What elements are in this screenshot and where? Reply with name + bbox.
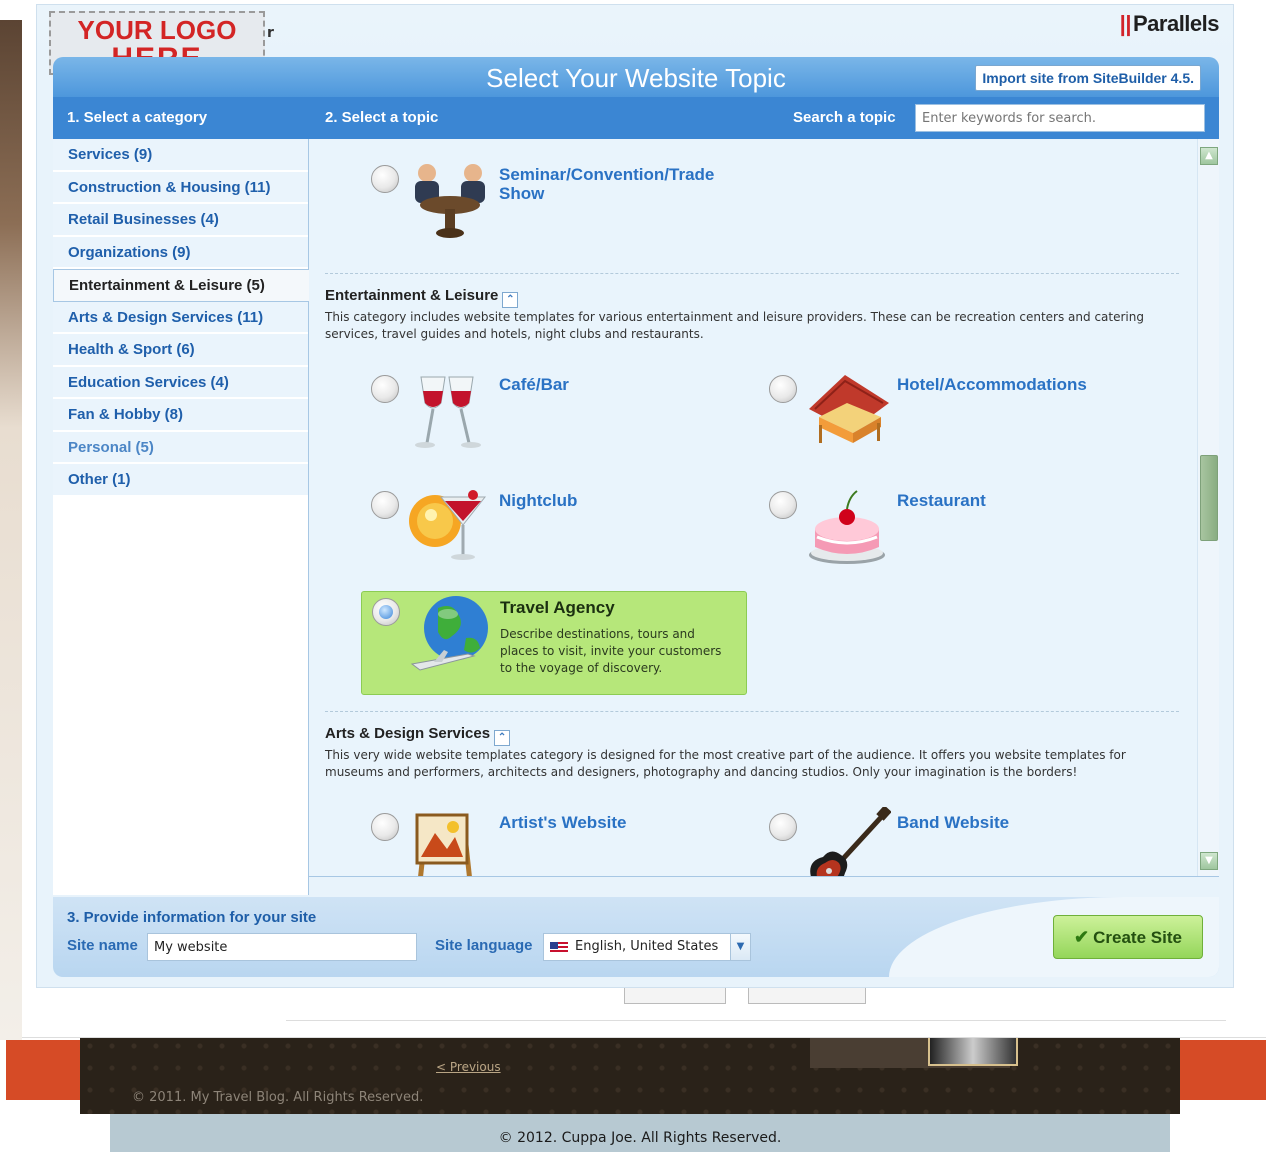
topic-cafe-bar-radio[interactable] [371, 375, 399, 403]
section-entertainment-title: Entertainment & Leisure [325, 287, 499, 304]
background-cuppa-footer: © 2012. Cuppa Joe. All Rights Reserved. [110, 1114, 1170, 1152]
background-photo-strip [0, 20, 22, 1040]
topic-nightclub[interactable]: Nightclub [361, 485, 745, 589]
topic-cafe-bar[interactable]: Café/Bar [361, 369, 745, 473]
topic-hotel-radio[interactable] [769, 375, 797, 403]
background-photo [810, 1036, 1018, 1068]
create-site-label: Create Site [1093, 927, 1182, 947]
search-topic-input[interactable] [915, 104, 1205, 132]
cocktail-disco-icon [409, 490, 487, 560]
import-sitebuilder-button[interactable]: Import site from SiteBuilder 4.5. [975, 65, 1201, 91]
section-arts-heading: Arts & Design Services ⌃ [325, 725, 511, 746]
wine-glasses-icon [415, 376, 481, 448]
scroll-up-icon[interactable]: ▲ [1200, 147, 1218, 165]
logo-overflow-text: r [267, 25, 274, 41]
site-language-label: Site language [435, 937, 533, 954]
category-construction-housing[interactable]: Construction & Housing (11) [53, 171, 308, 204]
topic-travel-agency-name[interactable]: Travel Agency [500, 598, 740, 617]
topic-hotel-name[interactable]: Hotel/Accommodations [897, 375, 1137, 394]
topic-hotel[interactable]: Hotel/Accommodations [759, 369, 1143, 473]
category-retail-businesses[interactable]: Retail Businesses (4) [53, 204, 308, 237]
easel-painting-icon [415, 813, 472, 876]
bed-house-icon [809, 375, 889, 443]
category-education-services[interactable]: Education Services (4) [53, 366, 308, 399]
topic-seminar-name[interactable]: Seminar/Convention/Trade Show [499, 165, 739, 203]
parallels-bars: || [1119, 11, 1132, 36]
site-info-heading: 3. Provide information for your site [67, 909, 317, 926]
category-other[interactable]: Other (1) [53, 464, 308, 497]
topic-scrollbar[interactable]: ▲ ▼ [1197, 139, 1219, 876]
topic-travel-agency-radio[interactable] [372, 598, 400, 626]
topic-band-website[interactable]: Band Website [759, 807, 1143, 876]
topic-seminar[interactable]: Seminar/Convention/Trade Show [361, 159, 745, 263]
create-site-button[interactable]: ✔ Create Site [1053, 915, 1203, 959]
chevron-down-icon[interactable]: ▼ [730, 934, 750, 960]
topic-panel[interactable]: Seminar/Convention/Trade Show Entertainm… [309, 139, 1219, 877]
topic-nightclub-radio[interactable] [371, 491, 399, 519]
section-divider [325, 711, 1179, 712]
site-info-panel: 3. Provide information for your site Sit… [53, 897, 1219, 977]
previous-link[interactable]: < Previous [436, 1060, 501, 1074]
category-health-sport[interactable]: Health & Sport (6) [53, 334, 308, 367]
double-chevron-up-icon[interactable]: ⌃ [494, 730, 511, 746]
category-entertainment-leisure[interactable]: Entertainment & Leisure (5) [53, 269, 310, 302]
topic-seminar-radio[interactable] [371, 165, 399, 193]
category-arts-design[interactable]: Arts & Design Services (11) [53, 301, 308, 334]
category-list: Services (9) Construction & Housing (11)… [53, 139, 310, 895]
seminar-people-icon [415, 164, 485, 238]
section-divider [325, 273, 1179, 274]
site-language-value: English, United States [575, 939, 719, 954]
column-header-bar: 1. Select a category 2. Select a topic S… [53, 97, 1219, 139]
section-entertainment-description: This category includes website templates… [325, 310, 1144, 341]
checkmark-icon: ✔ [1074, 926, 1090, 947]
site-language-select[interactable]: English, United States ▼ [543, 933, 751, 961]
site-name-input[interactable] [147, 933, 417, 961]
topic-artists-website[interactable]: Artist's Website [361, 807, 745, 876]
section-entertainment-heading: Entertainment & Leisure ⌃ [325, 287, 519, 308]
category-column-heading: 1. Select a category [67, 109, 208, 126]
section-arts-title: Arts & Design Services [325, 725, 491, 742]
topic-restaurant-name[interactable]: Restaurant [897, 491, 1137, 510]
logo-text-line1: YOUR LOGO [77, 15, 237, 45]
parallels-wordmark: Parallels [1132, 11, 1220, 36]
section-arts-description: This very wide website templates categor… [325, 748, 1126, 779]
topic-travel-agency[interactable]: Travel Agency Describe destinations, tou… [361, 591, 747, 695]
website-topic-dialog: YOUR LOGO HERE r ||Parallels Select Your… [36, 4, 1234, 988]
topic-band-website-name[interactable]: Band Website [897, 813, 1137, 832]
topic-restaurant-radio[interactable] [769, 491, 797, 519]
background-travel-blog-footer: < Previous © 2011. My Travel Blog. All R… [80, 1036, 1180, 1114]
topic-artists-website-name[interactable]: Artist's Website [499, 813, 739, 832]
search-topic-label: Search a topic [793, 109, 896, 126]
topic-restaurant[interactable]: Restaurant [759, 485, 1143, 589]
travel-blog-copyright: © 2011. My Travel Blog. All Rights Reser… [132, 1090, 424, 1105]
category-services[interactable]: Services (9) [53, 139, 308, 172]
cuppa-copyright: © 2012. Cuppa Joe. All Rights Reserved. [498, 1130, 782, 1146]
globe-plane-icon [410, 596, 488, 671]
cake-icon [809, 490, 885, 564]
background-rule [286, 1020, 1226, 1021]
category-personal[interactable]: Personal (5) [53, 431, 308, 464]
topic-band-website-radio[interactable] [769, 813, 797, 841]
us-flag-icon [550, 942, 568, 954]
scroll-down-icon[interactable]: ▼ [1200, 852, 1218, 870]
double-chevron-up-icon[interactable]: ⌃ [502, 292, 519, 308]
electric-guitar-icon [810, 807, 891, 876]
category-organizations[interactable]: Organizations (9) [53, 236, 308, 269]
scroll-thumb[interactable] [1200, 455, 1218, 541]
topic-cafe-bar-name[interactable]: Café/Bar [499, 375, 739, 394]
parallels-logo: ||Parallels [1119, 11, 1220, 37]
topic-nightclub-name[interactable]: Nightclub [499, 491, 739, 510]
topic-column-heading: 2. Select a topic [325, 109, 439, 126]
topic-artists-website-radio[interactable] [371, 813, 399, 841]
title-band: Select Your Website Topic Import site fr… [53, 57, 1219, 97]
topic-travel-agency-description: Describe destinations, tours and places … [500, 627, 722, 675]
category-fan-hobby[interactable]: Fan & Hobby (8) [53, 399, 308, 432]
background-thumbnail [928, 1036, 1018, 1066]
site-name-label: Site name [67, 937, 138, 954]
